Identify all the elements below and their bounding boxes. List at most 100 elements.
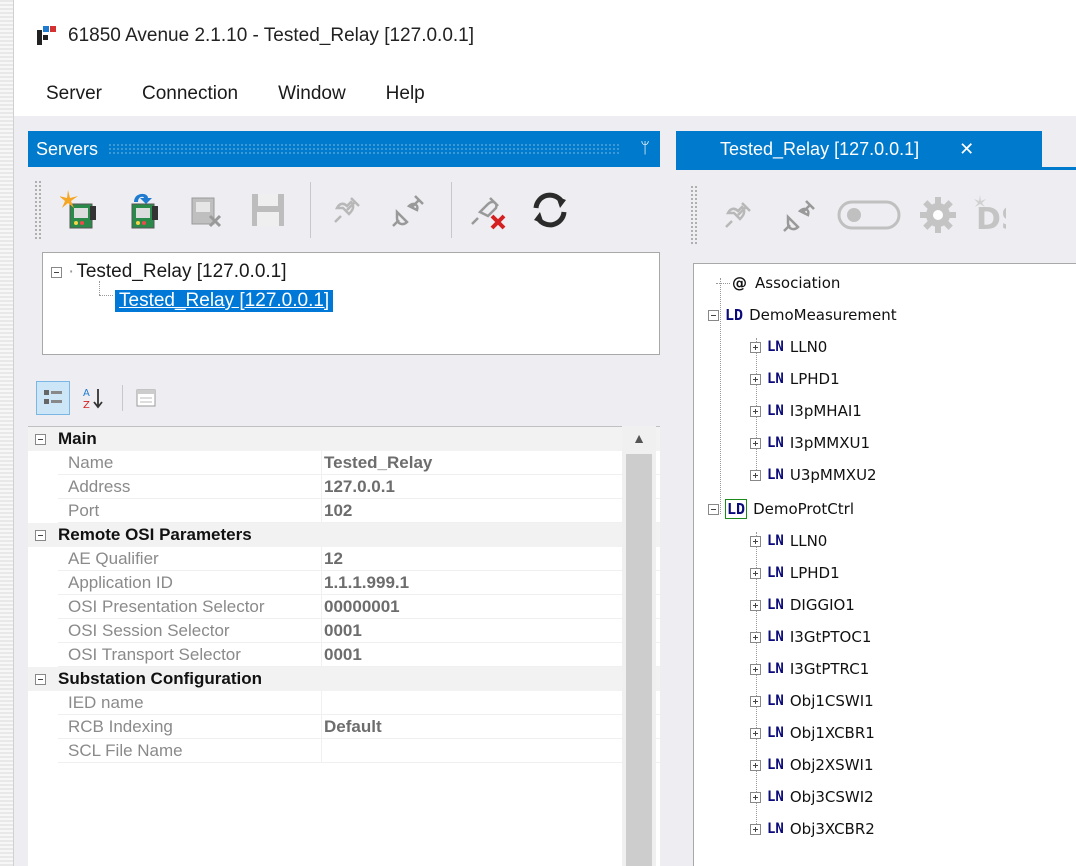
property-scrollbar[interactable]: ▲ xyxy=(622,426,656,866)
tab-tested-relay[interactable]: Tested_Relay [127.0.0.1] ✕ xyxy=(676,131,1042,167)
connect-server-icon[interactable] xyxy=(116,180,172,240)
tree-node-server-selected[interactable]: Tested_Relay [127.0.0.1] xyxy=(115,290,334,312)
property-value[interactable]: Default xyxy=(322,715,660,739)
tree-node-ln[interactable]: LN DIGGIO1 xyxy=(750,592,855,618)
menu-server[interactable]: Server xyxy=(46,83,102,105)
save-icon[interactable] xyxy=(240,180,296,240)
property-row[interactable]: Port 102 xyxy=(28,499,660,523)
property-value[interactable]: 1.1.1.999.1 xyxy=(322,571,660,595)
expand-icon[interactable] xyxy=(750,791,761,803)
tree-node-ln[interactable]: LN Obj1CSWI1 xyxy=(750,688,874,714)
scroll-up-icon[interactable]: ▲ xyxy=(622,430,656,446)
collapse-icon[interactable] xyxy=(34,433,46,445)
expand-icon[interactable] xyxy=(750,631,761,643)
settings-icon[interactable] xyxy=(910,185,966,245)
property-row[interactable]: Name Tested_Relay xyxy=(28,451,660,475)
menu-connection[interactable]: Connection xyxy=(142,83,238,105)
expand-icon[interactable] xyxy=(750,373,761,385)
property-pages-icon[interactable] xyxy=(129,381,163,415)
pin-icon[interactable]: ᛘ xyxy=(630,140,660,158)
sort-alpha-icon[interactable]: A Z xyxy=(76,381,110,415)
toolbar-grip[interactable] xyxy=(34,180,42,240)
collapse-icon[interactable] xyxy=(34,673,46,685)
remove-server-icon[interactable] xyxy=(178,180,234,240)
expand-icon[interactable] xyxy=(750,567,761,579)
property-value[interactable]: 127.0.0.1 xyxy=(322,475,660,499)
collapse-icon[interactable] xyxy=(51,266,62,278)
close-icon[interactable]: ✕ xyxy=(959,139,974,160)
tree-node-ln[interactable]: LN LPHD1 xyxy=(750,560,840,586)
property-value[interactable]: 12 xyxy=(322,547,660,571)
tab-label[interactable]: Tested_Relay [127.0.0.1] xyxy=(720,139,919,160)
connect-icon[interactable] xyxy=(319,180,375,240)
expand-icon[interactable] xyxy=(750,341,761,353)
property-row[interactable]: OSI Presentation Selector 00000001 xyxy=(28,595,660,619)
property-row[interactable]: OSI Session Selector 0001 xyxy=(28,619,660,643)
category-remote-osi[interactable]: Remote OSI Parameters xyxy=(28,523,660,547)
ln-icon: LN xyxy=(767,565,784,581)
expand-icon[interactable] xyxy=(750,437,761,449)
tree-node-ln[interactable]: LN Obj1XCBR1 xyxy=(750,720,875,746)
tree-node-ln[interactable]: LN I3pMMXU1 xyxy=(750,430,870,456)
menu-help[interactable]: Help xyxy=(386,83,425,105)
property-row[interactable]: AE Qualifier 12 xyxy=(28,547,660,571)
disconnect-icon[interactable] xyxy=(772,185,828,245)
property-value[interactable]: 00000001 xyxy=(322,595,660,619)
collapse-icon[interactable] xyxy=(708,503,719,515)
toolbar-grip[interactable] xyxy=(690,185,698,245)
collapse-icon[interactable] xyxy=(34,529,46,541)
property-value[interactable] xyxy=(322,691,660,715)
expand-icon[interactable] xyxy=(750,663,761,675)
collapse-icon[interactable] xyxy=(708,309,719,321)
tree-node-ln[interactable]: LN I3GtPTOC1 xyxy=(750,624,871,650)
expand-icon[interactable] xyxy=(750,469,761,481)
expand-icon[interactable] xyxy=(750,727,761,739)
property-row[interactable]: IED name xyxy=(28,691,660,715)
tree-node-ln[interactable]: LN I3GtPTRC1 xyxy=(750,656,869,682)
property-value[interactable]: 0001 xyxy=(322,619,660,643)
tree-node-ln[interactable]: LN I3pMHAI1 xyxy=(750,398,862,424)
property-value[interactable] xyxy=(322,739,660,763)
property-row[interactable]: Application ID 1.1.1.999.1 xyxy=(28,571,660,595)
server-root-label[interactable]: Tested_Relay [127.0.0.1] xyxy=(76,261,286,283)
tree-node-ln[interactable]: LN LLN0 xyxy=(750,334,827,360)
left-edge-strip xyxy=(0,0,14,866)
property-row[interactable]: OSI Transport Selector 0001 xyxy=(28,643,660,667)
property-value[interactable]: Tested_Relay xyxy=(322,451,660,475)
property-value[interactable]: 102 xyxy=(322,499,660,523)
tree-node-server[interactable]: · Tested_Relay [127.0.0.1] xyxy=(51,261,287,283)
app-icon xyxy=(36,26,56,46)
tree-node-ln[interactable]: LN LPHD1 xyxy=(750,366,840,392)
disconnect-icon[interactable] xyxy=(381,180,437,240)
tree-node-ln[interactable]: LN LLN0 xyxy=(750,528,827,554)
menu-window[interactable]: Window xyxy=(278,83,346,105)
expand-icon[interactable] xyxy=(750,695,761,707)
ln-icon: LN xyxy=(767,339,784,355)
category-substation[interactable]: Substation Configuration xyxy=(28,667,660,691)
add-server-icon[interactable] xyxy=(54,180,110,240)
expand-icon[interactable] xyxy=(750,759,761,771)
tree-node-ln[interactable]: LN Obj2XSWI1 xyxy=(750,752,874,778)
expand-icon[interactable] xyxy=(750,535,761,547)
property-value[interactable]: 0001 xyxy=(322,643,660,667)
tree-node-association[interactable]: @ Association xyxy=(716,270,840,296)
dataset-icon[interactable]: DS xyxy=(972,185,1006,245)
categorized-icon[interactable] xyxy=(36,381,70,415)
tree-node-ln[interactable]: LN U3pMMXU2 xyxy=(750,462,877,488)
expand-icon[interactable] xyxy=(750,405,761,417)
toggle-icon[interactable] xyxy=(834,185,904,245)
property-row[interactable]: SCL File Name xyxy=(28,739,660,763)
expand-icon[interactable] xyxy=(750,823,761,835)
property-row[interactable]: RCB Indexing Default xyxy=(28,715,660,739)
tree-node-ld-demomeasurement[interactable]: LD DemoMeasurement xyxy=(708,302,897,328)
tree-node-ln[interactable]: LN Obj3CSWI2 xyxy=(750,784,874,810)
tree-node-ln[interactable]: LN Obj3XCBR2 xyxy=(750,816,875,842)
scroll-thumb[interactable] xyxy=(626,454,652,866)
category-main[interactable]: Main xyxy=(28,427,660,451)
disconnect-remove-icon[interactable] xyxy=(460,180,516,240)
tree-node-ld-demoprotctrl[interactable]: LD DemoProtCtrl xyxy=(708,496,854,522)
expand-icon[interactable] xyxy=(750,599,761,611)
property-row[interactable]: Address 127.0.0.1 xyxy=(28,475,660,499)
connect-icon[interactable] xyxy=(710,185,766,245)
refresh-icon[interactable] xyxy=(522,180,578,240)
